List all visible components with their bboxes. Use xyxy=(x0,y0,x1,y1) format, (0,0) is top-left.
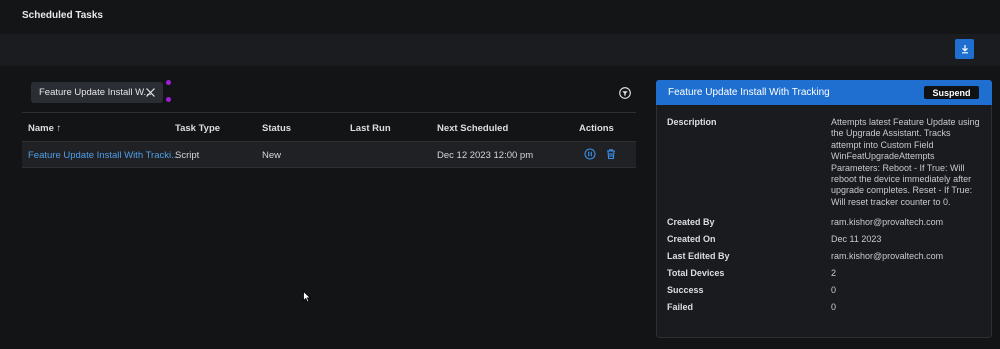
column-header-last-run[interactable]: Last Run xyxy=(350,123,391,134)
task-name-link[interactable]: Feature Update Install With Tracki... xyxy=(28,150,179,161)
detail-label-failed: Failed xyxy=(667,302,694,312)
detail-label-description: Description xyxy=(667,117,717,127)
status-cell: New xyxy=(262,150,282,161)
task-type-cell: Script xyxy=(175,150,200,161)
column-header-name[interactable]: Name ↑ xyxy=(28,123,61,134)
mouse-cursor-icon xyxy=(303,291,312,303)
details-title: Feature Update Install With Tracking xyxy=(668,87,830,98)
column-header-task-type[interactable]: Task Type xyxy=(175,123,220,134)
detail-label-created-on: Created On xyxy=(667,234,716,244)
detail-label-last-edited-by: Last Edited By xyxy=(667,251,730,261)
column-header-actions: Actions xyxy=(579,123,614,134)
column-header-next-scheduled[interactable]: Next Scheduled xyxy=(437,123,508,134)
suspend-button[interactable]: Suspend xyxy=(924,86,979,99)
detail-value-total-devices: 2 xyxy=(831,268,837,278)
drag-handle-dot[interactable] xyxy=(166,97,171,102)
next-scheduled-cell: Dec 12 2023 12:00 pm xyxy=(437,150,534,161)
detail-value-created-on: Dec 11 2023 xyxy=(831,234,882,244)
detail-label-total-devices: Total Devices xyxy=(667,268,725,278)
drag-handle-dot[interactable] xyxy=(166,80,171,85)
detail-value-success: 0 xyxy=(831,285,837,295)
detail-value-description: Attempts latest Feature Update using the… xyxy=(831,117,980,207)
close-icon[interactable] xyxy=(145,87,156,98)
table-divider xyxy=(22,112,636,113)
detail-value-last-edited-by: ram.kishor@provaltech.com xyxy=(831,251,944,261)
download-icon xyxy=(961,45,968,54)
trash-icon[interactable] xyxy=(605,148,617,160)
detail-value-created-by: ram.kishor@provaltech.com xyxy=(831,217,944,227)
filter-chip-label: Feature Update Install W... xyxy=(39,87,152,98)
filter-chip[interactable]: Feature Update Install W... xyxy=(31,82,163,103)
download-button[interactable] xyxy=(955,39,974,59)
toolbar xyxy=(0,34,1000,66)
page-header xyxy=(0,0,1000,34)
pause-icon[interactable] xyxy=(584,148,596,160)
table-row-divider xyxy=(22,167,636,168)
detail-label-success: Success xyxy=(667,285,704,295)
detail-value-failed: 0 xyxy=(831,302,837,312)
filter-icon[interactable] xyxy=(619,87,631,99)
column-header-status[interactable]: Status xyxy=(262,123,291,134)
page-title: Scheduled Tasks xyxy=(22,10,103,21)
detail-label-created-by: Created By xyxy=(667,217,715,227)
